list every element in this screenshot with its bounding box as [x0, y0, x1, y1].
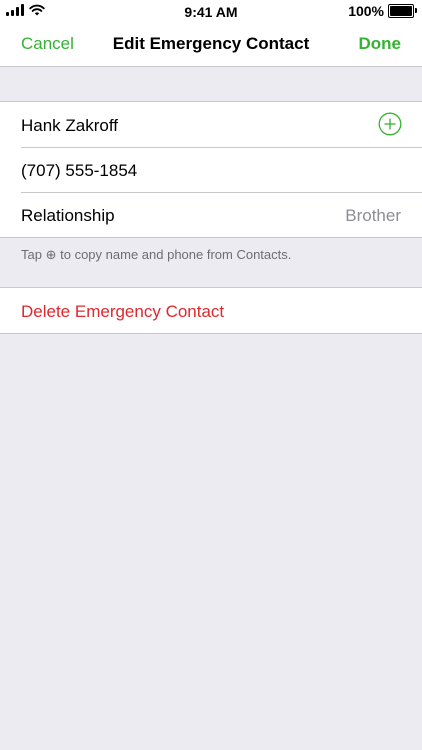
footer-note-before: Tap: [21, 247, 42, 262]
battery-cap: [415, 8, 417, 13]
name-field[interactable]: Hank Zakroff: [21, 116, 118, 136]
done-button[interactable]: Done: [359, 34, 402, 54]
relationship-row[interactable]: Relationship Brother: [0, 192, 422, 237]
delete-group: Delete Emergency Contact: [0, 287, 422, 334]
footer-note-after: to copy name and phone from Contacts.: [60, 247, 292, 262]
plus-circle-icon[interactable]: [378, 112, 402, 136]
footer-note: Tap ⊕ to copy name and phone from Contac…: [21, 247, 291, 263]
footer-plus-glyph: ⊕: [45, 247, 57, 262]
status-right: 100%: [348, 3, 417, 19]
battery-fill: [390, 6, 412, 16]
phone-row[interactable]: (707) 555-1854: [0, 147, 422, 192]
relationship-value[interactable]: Brother: [345, 206, 401, 226]
delete-row[interactable]: Delete Emergency Contact: [0, 288, 422, 333]
status-bar: 9:41 AM 100%: [0, 0, 422, 22]
name-row[interactable]: Hank Zakroff: [0, 102, 422, 147]
delete-contact-button[interactable]: Delete Emergency Contact: [21, 302, 224, 322]
battery-percent: 100%: [348, 3, 384, 19]
navigation-bar: Cancel Edit Emergency Contact Done: [0, 22, 422, 67]
relationship-label: Relationship: [21, 206, 115, 225]
phone-field[interactable]: (707) 555-1854: [21, 161, 137, 181]
battery-icon: [388, 4, 417, 18]
contact-group: Hank Zakroff (707) 555-1854 Relationship…: [0, 101, 422, 238]
